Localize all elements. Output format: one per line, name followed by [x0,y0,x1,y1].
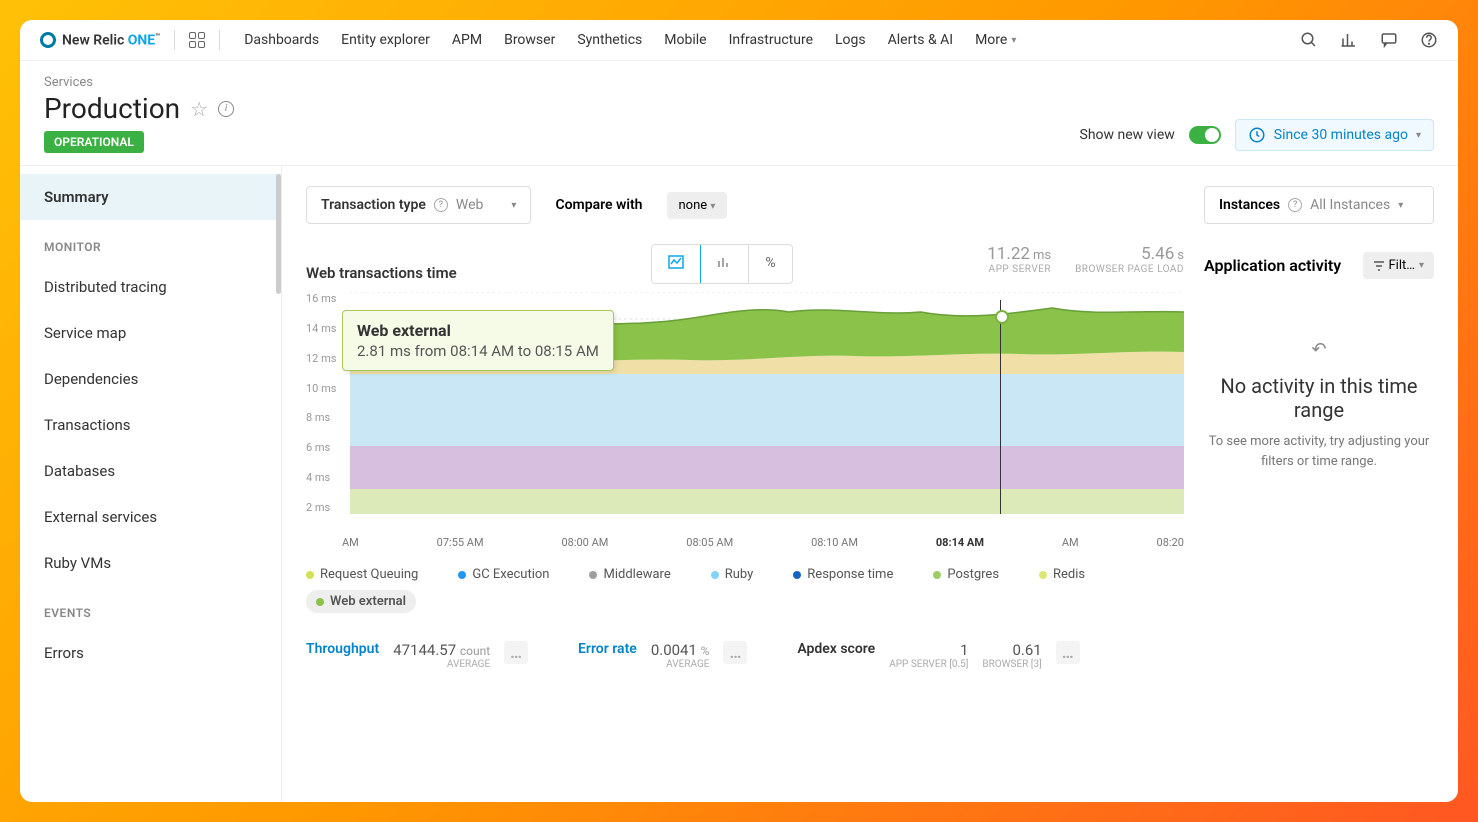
chart-view-tabs: % [651,244,792,284]
sidebar-item-errors[interactable]: Errors [20,630,281,676]
transactions-chart[interactable]: 16 ms14 ms12 ms10 ms8 ms6 ms4 ms2 ms [306,292,1184,532]
time-range-picker[interactable]: Since 30 minutes ago ▾ [1235,119,1434,151]
nav-synthetics[interactable]: Synthetics [577,32,642,48]
nav-mobile[interactable]: Mobile [664,32,706,48]
instances-select[interactable]: Instances ? All Instances ▾ [1204,186,1434,224]
chevron-down-icon: ▾ [1011,35,1016,46]
chevron-down-icon: ▾ [1416,130,1421,141]
legend-item[interactable]: Middleware [589,567,670,582]
chart-title: Web transactions time [306,244,457,282]
throughput-menu-icon[interactable]: … [504,641,528,664]
stat-apdex-title: Apdex score [797,641,875,657]
chart-time-marker [1000,300,1001,514]
legend-item[interactable]: Request Queuing [306,567,418,582]
compare-select[interactable]: none ▾ [667,192,728,219]
toggle-label: Show new view [1080,127,1175,143]
legend-item[interactable]: Redis [1039,567,1085,582]
chevron-down-icon: ▾ [511,200,516,211]
chart-legend: Request Queuing GC Execution Middleware Rub… [306,567,1184,613]
activity-title: Application activity [1204,256,1341,275]
legend-item[interactable]: Ruby [711,567,754,582]
page-title: Production [44,92,180,125]
chevron-down-icon: ▾ [1398,200,1403,211]
chart-tab-bar[interactable] [700,245,749,283]
nav-more[interactable]: More ▾ [975,32,1016,48]
chart-x-axis: AM07:55 AM08:00 AM08:05 AM08:10 AM08:14 … [306,532,1184,549]
filter-icon [1373,261,1385,271]
stat-error-title[interactable]: Error rate [578,641,637,657]
error-menu-icon[interactable]: … [723,641,747,664]
nav-logs[interactable]: Logs [835,32,866,48]
chart-tooltip: Web external 2.81 ms from 08:14 AM to 08… [342,310,614,371]
sidebar-item-ruby-vms[interactable]: Ruby VMs [20,540,281,586]
nav-entity-explorer[interactable]: Entity explorer [341,32,430,48]
metric-app-server: 11.22ms APP SERVER [987,244,1051,275]
new-view-toggle[interactable] [1189,126,1221,144]
favorite-star-icon[interactable]: ☆ [190,97,208,121]
clock-icon [1248,126,1266,144]
legend-item[interactable]: Response time [793,567,893,582]
sidebar-heading-monitor: MONITOR [20,220,281,264]
metric-browser: 5.46s BROWSER PAGE LOAD [1075,244,1184,275]
chart-y-axis: 16 ms14 ms12 ms10 ms8 ms6 ms4 ms2 ms [306,292,336,532]
stat-apdex-browser: 0.61 BROWSER [3] [982,641,1041,670]
legend-item[interactable]: GC Execution [458,567,549,582]
stat-apdex-app: 1 APP SERVER [0.5] [889,641,968,670]
sidebar-item-transactions[interactable]: Transactions [20,402,281,448]
feedback-icon[interactable] [1380,31,1398,49]
breadcrumb[interactable]: Services [44,75,1434,90]
help-icon[interactable] [1420,31,1438,49]
nav-apm[interactable]: APM [452,32,482,48]
top-nav: New Relic ONE™ Dashboards Entity explore… [20,20,1458,61]
info-icon[interactable]: i [218,101,234,117]
logo-icon [40,32,56,48]
search-icon[interactable] [1300,31,1318,49]
activity-empty-state: ↶ No activity in this time range To see … [1204,339,1434,471]
sidebar: Summary MONITOR Distributed tracing Serv… [20,166,282,802]
sidebar-item-dependencies[interactable]: Dependencies [20,356,281,402]
chart-tab-line[interactable] [651,244,701,284]
sidebar-item-summary[interactable]: Summary [20,174,281,220]
sidebar-item-service-map[interactable]: Service map [20,310,281,356]
help-icon: ? [434,198,448,212]
nav-alerts[interactable]: Alerts & AI [888,32,953,48]
undo-icon[interactable]: ↶ [1204,339,1434,360]
sidebar-item-external-services[interactable]: External services [20,494,281,540]
compare-label: Compare with [555,197,642,213]
stat-throughput-value: 47144.57 count AVERAGE [393,641,490,670]
help-icon: ? [1288,198,1302,212]
sidebar-heading-events: EVENTS [20,586,281,630]
sidebar-item-databases[interactable]: Databases [20,448,281,494]
transaction-type-select[interactable]: Transaction type ? Web ▾ [306,186,531,224]
legend-item[interactable]: Web external [306,590,416,613]
stat-throughput-title[interactable]: Throughput [306,641,379,657]
stat-error-value: 0.0041 % AVERAGE [651,641,710,670]
apps-icon[interactable] [189,32,205,48]
filter-button[interactable]: Filt… ▾ [1363,252,1435,279]
nav-infrastructure[interactable]: Infrastructure [729,32,813,48]
logo[interactable]: New Relic ONE™ [40,32,160,49]
main-nav: Dashboards Entity explorer APM Browser S… [244,32,1016,48]
sidebar-item-distributed-tracing[interactable]: Distributed tracing [20,264,281,310]
nav-dashboards[interactable]: Dashboards [244,32,319,48]
legend-item[interactable]: Postgres [933,567,999,582]
page-header: Services Production ☆ i OPERATIONAL Show… [20,61,1458,166]
apdex-menu-icon[interactable]: … [1056,641,1080,664]
chart-icon[interactable] [1340,31,1358,49]
chart-tab-percent[interactable]: % [749,245,791,283]
nav-browser[interactable]: Browser [504,32,555,48]
status-badge: OPERATIONAL [44,131,144,153]
